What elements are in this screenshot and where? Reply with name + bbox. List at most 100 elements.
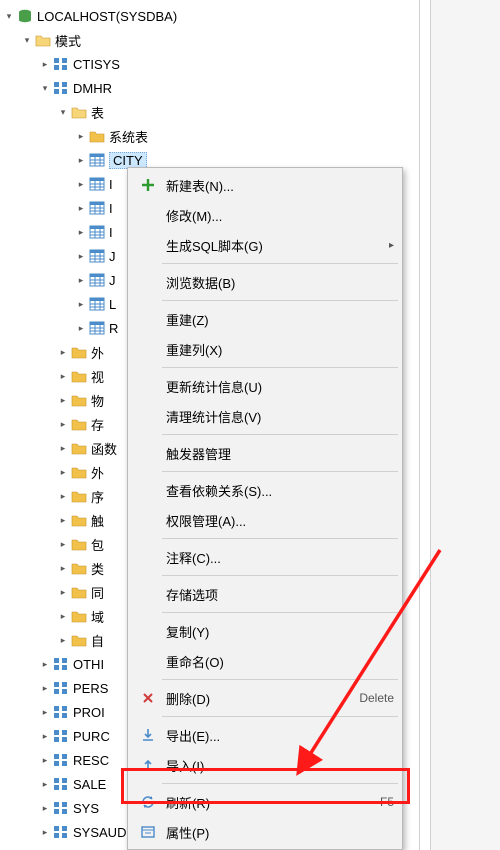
- chevron-right-icon[interactable]: ▸: [74, 321, 88, 335]
- tree-label: 触: [91, 511, 104, 530]
- tree-label: L: [109, 297, 116, 312]
- table-icon: [88, 199, 106, 217]
- schema-icon: [52, 79, 70, 97]
- schema-icon: [52, 55, 70, 73]
- tree-label: 系统表: [109, 127, 148, 146]
- menu-export[interactable]: 导出(E)...: [130, 720, 400, 750]
- chevron-right-icon[interactable]: ▸: [56, 537, 70, 551]
- tree-label: 外: [91, 343, 104, 362]
- chevron-right-icon[interactable]: ▸: [74, 153, 88, 167]
- menu-browse[interactable]: 浏览数据(B): [130, 267, 400, 297]
- chevron-right-icon[interactable]: ▸: [74, 201, 88, 215]
- chevron-down-icon[interactable]: ▾: [38, 81, 52, 95]
- menu-import[interactable]: 导入(I)...: [130, 750, 400, 780]
- tree-node-root[interactable]: ▾ LOCALHOST(SYSDBA): [2, 4, 417, 28]
- tree-node-schema[interactable]: ▾ DMHR: [2, 76, 417, 100]
- menu-clear-stats[interactable]: 清理统计信息(V): [130, 401, 400, 431]
- menu-rebuild-col[interactable]: 重建列(X): [130, 334, 400, 364]
- tree-label: 域: [91, 607, 104, 626]
- folder-icon: [70, 415, 88, 433]
- chevron-right-icon[interactable]: ▸: [38, 801, 52, 815]
- menu-new-table[interactable]: 新建表(N)...: [130, 170, 400, 200]
- chevron-down-icon[interactable]: ▾: [2, 9, 16, 23]
- tree-label: PROI: [73, 705, 105, 720]
- chevron-right-icon[interactable]: ▸: [56, 609, 70, 623]
- chevron-right-icon[interactable]: ▸: [56, 393, 70, 407]
- menu-view-deps[interactable]: 查看依赖关系(S)...: [130, 475, 400, 505]
- folder-open-icon: [70, 103, 88, 121]
- tree-label: CTISYS: [73, 57, 120, 72]
- tree-label: OTHI: [73, 657, 104, 672]
- folder-icon: [70, 463, 88, 481]
- schema-icon: [52, 679, 70, 697]
- chevron-down-icon[interactable]: ▾: [56, 105, 70, 119]
- chevron-right-icon[interactable]: ▸: [38, 705, 52, 719]
- chevron-right-icon[interactable]: ▸: [38, 57, 52, 71]
- chevron-right-icon[interactable]: ▸: [56, 633, 70, 647]
- chevron-down-icon[interactable]: ▾: [20, 33, 34, 47]
- chevron-right-icon[interactable]: ▸: [56, 489, 70, 503]
- menu-comments[interactable]: 注释(C)...: [130, 542, 400, 572]
- table-icon: [88, 295, 106, 313]
- tree-label: SALE: [73, 777, 106, 792]
- chevron-right-icon[interactable]: ▸: [38, 681, 52, 695]
- menu-separator: [162, 538, 398, 539]
- chevron-right-icon[interactable]: ▸: [56, 417, 70, 431]
- tree-label: 函数: [91, 439, 117, 458]
- menu-copy[interactable]: 复制(Y): [130, 616, 400, 646]
- tree-node-schemas[interactable]: ▾ 模式: [2, 28, 417, 52]
- menu-storage-opts[interactable]: 存储选项: [130, 579, 400, 609]
- menu-refresh[interactable]: 刷新(R) F5: [130, 787, 400, 817]
- chevron-right-icon[interactable]: ▸: [38, 825, 52, 839]
- tree-node-systables[interactable]: ▸ 系统表: [2, 124, 417, 148]
- menu-separator: [162, 300, 398, 301]
- chevron-right-icon[interactable]: ▸: [56, 585, 70, 599]
- table-icon: [88, 223, 106, 241]
- schema-icon: [52, 703, 70, 721]
- chevron-right-icon[interactable]: ▸: [56, 441, 70, 455]
- refresh-icon: [136, 792, 160, 812]
- chevron-right-icon[interactable]: ▸: [74, 177, 88, 191]
- chevron-right-icon[interactable]: ▸: [38, 729, 52, 743]
- menu-delete[interactable]: 删除(D) Delete: [130, 683, 400, 713]
- menu-rename[interactable]: 重命名(O): [130, 646, 400, 676]
- chevron-right-icon[interactable]: ▸: [56, 345, 70, 359]
- tree-node-tables[interactable]: ▾ 表: [2, 100, 417, 124]
- tree-label: 模式: [55, 31, 81, 50]
- tree-label: LOCALHOST(SYSDBA): [37, 9, 177, 24]
- folder-icon: [70, 559, 88, 577]
- chevron-right-icon[interactable]: ▸: [56, 513, 70, 527]
- chevron-right-icon[interactable]: ▸: [38, 777, 52, 791]
- menu-rebuild[interactable]: 重建(Z): [130, 304, 400, 334]
- table-icon: [88, 271, 106, 289]
- menu-gen-sql[interactable]: 生成SQL脚本(G) ▸: [130, 230, 400, 260]
- menu-separator: [162, 716, 398, 717]
- chevron-right-icon[interactable]: ▸: [38, 657, 52, 671]
- chevron-right-icon[interactable]: ▸: [74, 273, 88, 287]
- tree-label: J: [109, 249, 116, 264]
- menu-trigger-mgmt[interactable]: 触发器管理: [130, 438, 400, 468]
- menu-modify[interactable]: 修改(M)...: [130, 200, 400, 230]
- chevron-right-icon[interactable]: ▸: [74, 129, 88, 143]
- folder-icon: [88, 127, 106, 145]
- import-icon: [136, 755, 160, 775]
- chevron-right-icon[interactable]: ▸: [56, 369, 70, 383]
- menu-perm-mgmt[interactable]: 权限管理(A)...: [130, 505, 400, 535]
- delete-icon: [136, 688, 160, 708]
- tree-label: 包: [91, 535, 104, 554]
- chevron-right-icon[interactable]: ▸: [74, 249, 88, 263]
- chevron-right-icon[interactable]: ▸: [74, 225, 88, 239]
- folder-icon: [70, 511, 88, 529]
- tree-label: 同: [91, 583, 104, 602]
- tree-label: 表: [91, 103, 104, 122]
- menu-properties[interactable]: 属性(P): [130, 817, 400, 847]
- menu-separator: [162, 575, 398, 576]
- menu-update-stats[interactable]: 更新统计信息(U): [130, 371, 400, 401]
- tree-node-schema[interactable]: ▸ CTISYS: [2, 52, 417, 76]
- chevron-right-icon[interactable]: ▸: [56, 465, 70, 479]
- menu-separator: [162, 434, 398, 435]
- chevron-right-icon[interactable]: ▸: [56, 561, 70, 575]
- chevron-right-icon[interactable]: ▸: [74, 297, 88, 311]
- tree-label: SYS: [73, 801, 99, 816]
- chevron-right-icon[interactable]: ▸: [38, 753, 52, 767]
